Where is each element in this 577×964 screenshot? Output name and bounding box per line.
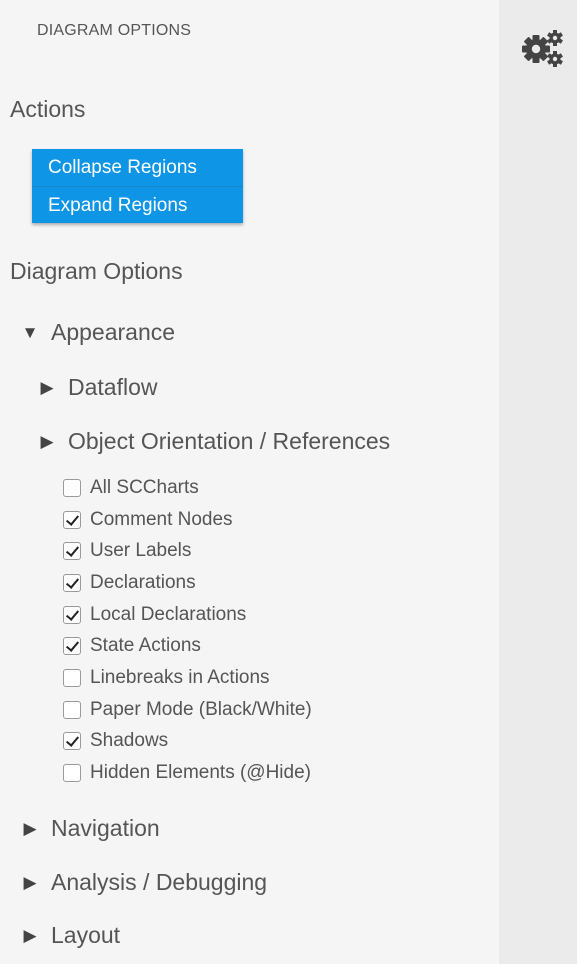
collapse-regions-button[interactable]: Collapse Regions (32, 149, 243, 186)
panel-header: DIAGRAM OPTIONS (37, 22, 192, 39)
triangle-right-icon: ▶ (40, 377, 54, 397)
option-state-actions[interactable]: State Actions (63, 630, 312, 662)
option-paper-mode[interactable]: Paper Mode (Black/White) (63, 694, 312, 726)
options-toggle-button[interactable] (517, 26, 567, 72)
option-local-declarations[interactable]: Local Declarations (63, 599, 312, 631)
checkbox[interactable] (63, 542, 81, 561)
actions-button-group: Collapse Regions Expand Regions (32, 149, 243, 223)
option-user-labels[interactable]: User Labels (63, 535, 312, 567)
expand-regions-button[interactable]: Expand Regions (32, 186, 243, 223)
appearance-options-list: All SCCharts Comment Nodes User Labels D… (63, 472, 312, 789)
checkbox[interactable] (63, 668, 81, 687)
side-toolbar (499, 0, 577, 964)
option-linebreaks-in-actions[interactable]: Linebreaks in Actions (63, 662, 312, 694)
checkbox[interactable] (63, 605, 81, 624)
checkbox[interactable] (63, 637, 81, 656)
checkbox[interactable] (63, 573, 81, 592)
option-label: Paper Mode (Black/White) (90, 698, 312, 720)
option-hidden-elements[interactable]: Hidden Elements (@Hide) (63, 757, 312, 789)
option-declarations[interactable]: Declarations (63, 567, 312, 599)
navigation-label: Navigation (51, 815, 160, 841)
checkbox[interactable] (63, 478, 81, 497)
option-label: Declarations (90, 571, 196, 593)
analysis-debugging-toggle[interactable]: ▶ Analysis / Debugging (19, 869, 267, 896)
option-comment-nodes[interactable]: Comment Nodes (63, 504, 312, 536)
checkbox[interactable] (63, 700, 81, 719)
option-label: Linebreaks in Actions (90, 666, 270, 688)
appearance-label: Appearance (51, 319, 176, 345)
triangle-right-icon: ▶ (40, 431, 54, 451)
appearance-toggle[interactable]: ▼ Appearance (19, 319, 175, 346)
checkbox[interactable] (63, 764, 81, 783)
analysis-debugging-label: Analysis / Debugging (51, 869, 268, 895)
option-label: Comment Nodes (90, 508, 233, 530)
option-all-sccharts[interactable]: All SCCharts (63, 472, 312, 504)
object-orientation-toggle[interactable]: ▶ Object Orientation / References (36, 428, 390, 455)
actions-section-title: Actions (10, 96, 86, 122)
gears-icon (522, 30, 563, 67)
option-shadows[interactable]: Shadows (63, 726, 312, 758)
diagram-options-panel: DIAGRAM OPTIONS Actions Collapse Regions… (0, 0, 499, 964)
triangle-down-icon: ▼ (21, 322, 39, 342)
triangle-right-icon: ▶ (23, 925, 37, 945)
navigation-toggle[interactable]: ▶ Navigation (19, 815, 160, 842)
dataflow-label: Dataflow (68, 374, 158, 400)
checkbox[interactable] (63, 732, 81, 751)
option-label: State Actions (90, 635, 201, 657)
layout-toggle[interactable]: ▶ Layout (19, 922, 120, 949)
option-label: User Labels (90, 540, 192, 562)
option-label: Local Declarations (90, 603, 247, 625)
dataflow-toggle[interactable]: ▶ Dataflow (36, 374, 157, 401)
layout-label: Layout (51, 922, 121, 948)
option-label: All SCCharts (90, 476, 199, 498)
diagram-options-section-title: Diagram Options (10, 258, 183, 284)
triangle-right-icon: ▶ (23, 818, 37, 838)
checkbox[interactable] (63, 510, 81, 529)
triangle-right-icon: ▶ (23, 872, 37, 892)
option-label: Shadows (90, 730, 169, 752)
object-orientation-label: Object Orientation / References (68, 428, 391, 454)
option-label: Hidden Elements (@Hide) (90, 762, 311, 784)
